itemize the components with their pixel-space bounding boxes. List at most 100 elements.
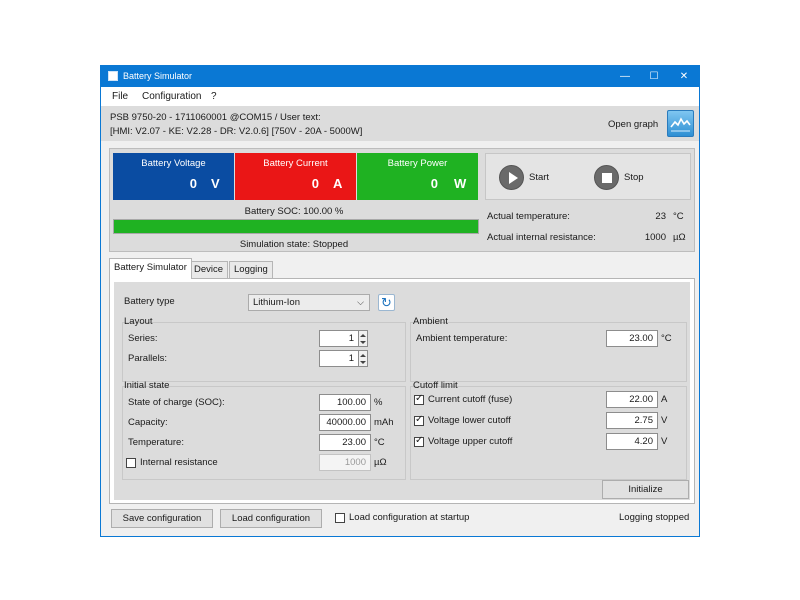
device-info-bar: PSB 9750-20 - 1711060001 @COM15 / User t… xyxy=(101,106,699,141)
initial-state-group-title: Initial state xyxy=(124,380,170,391)
app-icon xyxy=(108,71,118,81)
series-stepper[interactable] xyxy=(359,330,368,347)
voltage-lower-cutoff-checkbox[interactable]: ✓ xyxy=(414,414,424,426)
temperature-unit: °C xyxy=(374,437,385,448)
capacity-input[interactable]: 40000.00 xyxy=(319,414,371,431)
battery-current-unit: A xyxy=(333,176,343,191)
internal-resistance-checkbox[interactable] xyxy=(126,458,136,468)
check-icon: ✓ xyxy=(415,414,424,425)
stop-icon xyxy=(602,173,612,183)
chevron-down-icon: ⌵ xyxy=(357,297,364,307)
actual-temperature-unit: °C xyxy=(673,211,684,222)
voltage-lower-cutoff-unit: V xyxy=(661,415,668,426)
ambient-group-title: Ambient xyxy=(413,316,448,327)
soc-unit: % xyxy=(374,397,383,408)
load-at-startup-checkbox[interactable] xyxy=(335,513,345,523)
ambient-temperature-unit: °C xyxy=(661,333,672,344)
menu-file[interactable]: File xyxy=(112,91,128,102)
voltage-upper-cutoff-checkbox[interactable]: ✓ xyxy=(414,435,424,447)
tab-battery-simulator[interactable]: Battery Simulator xyxy=(109,258,192,279)
battery-voltage-value: 0 xyxy=(189,176,197,191)
status-panel: Battery Voltage 0 V Battery Current 0 A … xyxy=(109,148,695,252)
battery-voltage-meter: Battery Voltage 0 V xyxy=(113,153,234,200)
start-label[interactable]: Start xyxy=(529,172,549,183)
tab-container: Battery Simulator Device Logging Battery… xyxy=(109,258,695,504)
battery-power-unit: W xyxy=(454,176,467,191)
voltage-lower-cutoff-input[interactable]: 2.75 xyxy=(606,412,658,429)
open-graph-button[interactable] xyxy=(667,110,694,137)
current-cutoff-input[interactable]: 22.00 xyxy=(606,391,658,408)
internal-resistance-unit: µΩ xyxy=(673,232,686,243)
internal-resistance-field-label: Internal resistance xyxy=(140,457,218,468)
save-configuration-button[interactable]: Save configuration xyxy=(111,509,213,528)
battery-current-meter: Battery Current 0 A xyxy=(235,153,356,200)
layout-group-title: Layout xyxy=(124,316,153,327)
battery-current-label: Battery Current xyxy=(263,158,328,169)
tab-panel-battery-simulator: Battery type Lithium-Ion ⌵ ↻ Layout Seri… xyxy=(109,278,695,504)
maximize-button[interactable]: ☐ xyxy=(639,66,669,87)
tab-logging[interactable]: Logging xyxy=(229,261,273,278)
close-button[interactable]: ✕ xyxy=(669,66,699,87)
menu-help[interactable]: ? xyxy=(211,91,217,102)
start-button[interactable] xyxy=(499,165,524,190)
soc-progress-fill xyxy=(114,220,478,233)
internal-resistance-input[interactable]: 1000 xyxy=(319,454,371,471)
ambient-temperature-label: Ambient temperature: xyxy=(416,333,508,344)
battery-power-label: Battery Power xyxy=(387,158,448,169)
internal-resistance-field-unit: µΩ xyxy=(374,457,387,468)
actual-temperature-value: 23 xyxy=(655,211,666,222)
ambient-temperature-input[interactable]: 23.00 xyxy=(606,330,658,347)
graph-icon xyxy=(670,117,691,132)
series-input[interactable]: 1 xyxy=(319,330,359,347)
refresh-button[interactable]: ↻ xyxy=(378,294,395,311)
battery-current-value: 0 xyxy=(311,176,319,191)
battery-type-selected: Lithium-Ion xyxy=(253,297,300,308)
cutoff-limit-group-title: Cutoff limit xyxy=(413,380,458,391)
soc-progress-bar xyxy=(113,219,479,234)
parallels-stepper[interactable] xyxy=(359,350,368,367)
load-configuration-button[interactable]: Load configuration xyxy=(220,509,322,528)
actual-temperature-label: Actual temperature: xyxy=(487,211,570,222)
voltage-upper-cutoff-unit: V xyxy=(661,436,668,447)
logging-status-text: Logging stopped xyxy=(619,512,690,523)
open-graph-label: Open graph xyxy=(608,119,659,130)
voltage-upper-cutoff-input[interactable]: 4.20 xyxy=(606,433,658,450)
check-icon: ✓ xyxy=(415,393,424,404)
battery-type-select[interactable]: Lithium-Ion ⌵ xyxy=(248,294,370,311)
stop-label[interactable]: Stop xyxy=(624,172,644,183)
load-at-startup-label: Load configuration at startup xyxy=(349,512,470,523)
capacity-label: Capacity: xyxy=(128,417,168,428)
parallels-label: Parallels: xyxy=(128,353,168,364)
minimize-button[interactable]: — xyxy=(610,66,640,87)
internal-resistance-value: 1000 xyxy=(644,232,666,243)
app-window: Battery Simulator — ☐ ✕ File Configurati… xyxy=(100,65,700,537)
parallels-input[interactable]: 1 xyxy=(319,350,359,367)
refresh-icon: ↻ xyxy=(381,295,392,310)
stop-button[interactable] xyxy=(594,165,619,190)
window-title: Battery Simulator xyxy=(123,71,193,81)
voltage-upper-cutoff-label: Voltage upper cutoff xyxy=(428,436,513,447)
battery-power-meter: Battery Power 0 W xyxy=(357,153,478,200)
battery-voltage-unit: V xyxy=(211,176,220,191)
initialize-button[interactable]: Initialize xyxy=(602,480,689,499)
battery-power-value: 0 xyxy=(430,176,438,191)
voltage-lower-cutoff-label: Voltage lower cutoff xyxy=(428,415,511,426)
battery-type-label: Battery type xyxy=(124,296,175,307)
simulation-state-text: Simulation state: Stopped xyxy=(239,239,349,250)
current-cutoff-unit: A xyxy=(661,394,668,405)
current-cutoff-checkbox[interactable]: ✓ xyxy=(414,393,424,405)
tab-device[interactable]: Device xyxy=(189,261,229,278)
battery-soc-label: Battery SOC: 100.00 % xyxy=(244,206,344,217)
run-controls: Start Stop xyxy=(485,153,691,200)
check-icon: ✓ xyxy=(415,435,424,446)
settings-area: Battery type Lithium-Ion ⌵ ↻ Layout Seri… xyxy=(114,282,690,500)
battery-voltage-label: Battery Voltage xyxy=(141,158,206,169)
capacity-unit: mAh xyxy=(374,417,394,428)
menu-configuration[interactable]: Configuration xyxy=(142,91,201,102)
temperature-label: Temperature: xyxy=(128,437,184,448)
soc-label: State of charge (SOC): xyxy=(128,397,225,408)
soc-input[interactable]: 100.00 xyxy=(319,394,371,411)
title-bar: Battery Simulator — ☐ ✕ xyxy=(101,66,699,87)
play-icon xyxy=(509,172,518,184)
temperature-input[interactable]: 23.00 xyxy=(319,434,371,451)
